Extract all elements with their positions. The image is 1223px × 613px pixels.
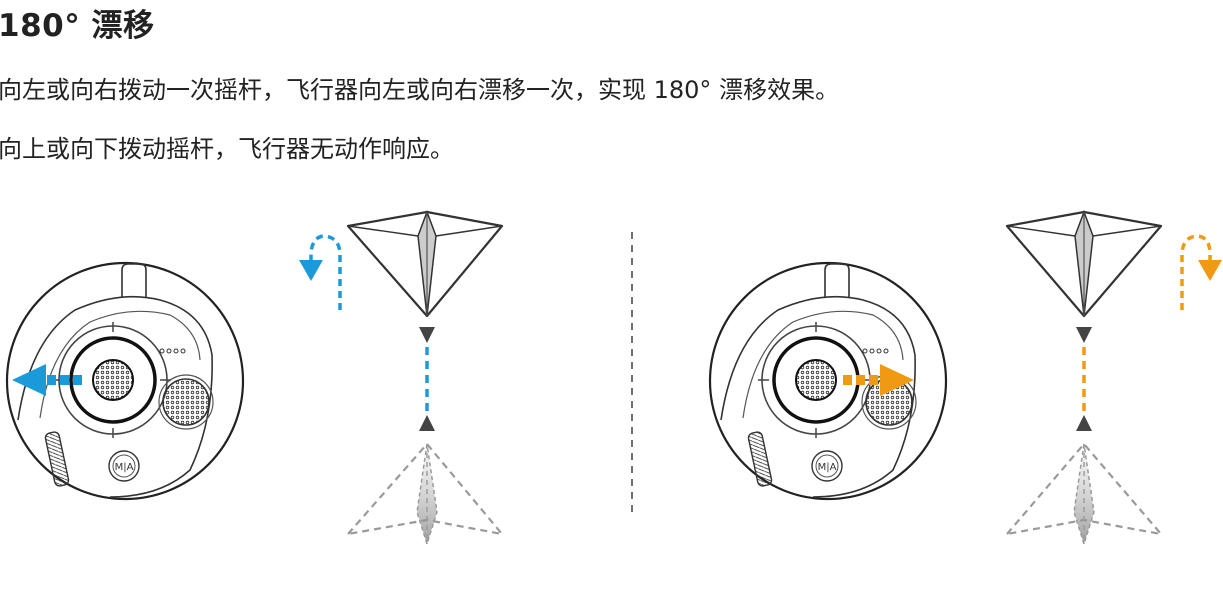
left-rotate-arrow-icon <box>299 260 323 281</box>
left-down-marker-icon <box>419 327 435 343</box>
right-up-marker-icon <box>1076 415 1092 431</box>
left-joystick-cap <box>92 359 134 401</box>
right-drift-path <box>1005 209 1222 547</box>
left-aircraft-ghost-icon <box>346 442 504 547</box>
right-mode-label: M|A <box>818 462 837 473</box>
right-aircraft-ghost-icon <box>1005 442 1163 547</box>
drift-diagram: M|A M|A <box>5 209 1222 547</box>
right-controller: M|A <box>708 261 948 501</box>
left-drift-path <box>299 209 504 547</box>
left-controller: M|A <box>5 261 245 501</box>
right-rotate-arrow-icon <box>1198 260 1222 281</box>
right-down-marker-icon <box>1076 327 1092 343</box>
left-dial <box>162 378 210 426</box>
right-joystick-cap <box>795 359 837 401</box>
right-aircraft-solid-icon <box>1005 209 1163 318</box>
left-up-marker-icon <box>419 415 435 431</box>
left-mode-label: M|A <box>115 462 134 473</box>
left-aircraft-solid-icon <box>346 209 504 318</box>
